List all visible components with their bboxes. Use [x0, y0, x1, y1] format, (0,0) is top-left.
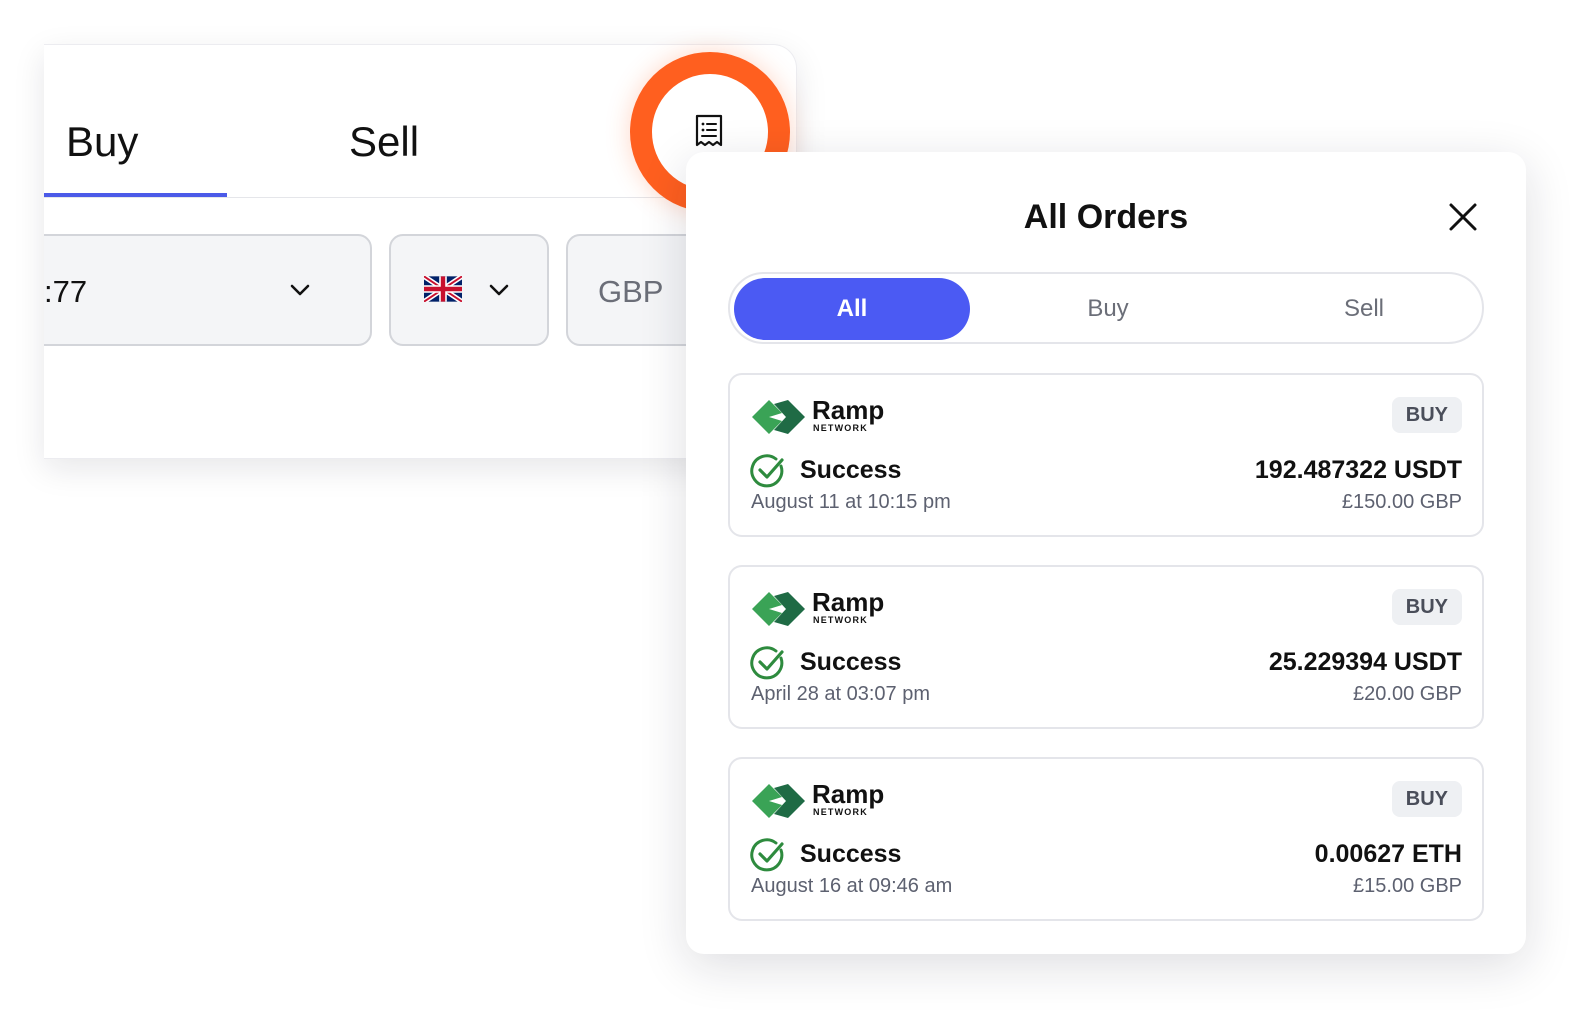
provider-subtitle: NETWORK: [813, 423, 868, 433]
uk-flag-icon: [424, 276, 462, 302]
chevron-down-icon: [290, 284, 310, 296]
receipt-icon[interactable]: [692, 113, 726, 149]
wallet-address-select[interactable]: :77: [44, 234, 372, 346]
order-type-badge: BUY: [1391, 781, 1462, 817]
provider-subtitle: NETWORK: [813, 615, 868, 625]
wallet-address-value: :77: [44, 274, 88, 309]
provider-subtitle: NETWORK: [813, 807, 868, 817]
tab-sell[interactable]: Sell: [349, 121, 419, 163]
order-date: April 28 at 03:07 pm: [751, 683, 930, 705]
order-card[interactable]: Ramp NETWORK BUY Success August 11 at 10…: [728, 373, 1484, 537]
chevron-down-icon: [489, 284, 509, 296]
currency-value: GBP: [598, 274, 664, 309]
fiat-amount: £20.00 GBP: [1353, 683, 1462, 705]
success-check-icon: [750, 454, 784, 488]
crypto-amount: 25.229394 USDT: [1268, 648, 1462, 676]
order-date: August 11 at 10:15 pm: [751, 491, 951, 513]
ramp-logo-icon: [752, 784, 805, 818]
provider-name: Ramp: [812, 587, 885, 617]
order-status: Success: [800, 840, 902, 868]
fiat-amount: £15.00 GBP: [1353, 875, 1462, 897]
all-orders-panel: All Orders All Buy Sell Ramp NETWORK BUY…: [686, 152, 1526, 954]
fiat-amount: £150.00 GBP: [1341, 491, 1462, 513]
crypto-amount: 192.487322 USDT: [1254, 456, 1462, 484]
order-date: August 16 at 09:46 am: [751, 875, 953, 897]
tab-buy[interactable]: Buy: [66, 121, 138, 163]
filter-sell-button[interactable]: Sell: [1246, 278, 1482, 340]
provider-name: Ramp: [812, 779, 885, 809]
ramp-logo-icon: [752, 592, 805, 626]
filter-buy-button[interactable]: Buy: [990, 278, 1226, 340]
order-card[interactable]: Ramp NETWORK BUY Success April 28 at 03:…: [728, 565, 1484, 729]
order-status: Success: [800, 456, 902, 484]
order-card[interactable]: Ramp NETWORK BUY Success August 16 at 09…: [728, 757, 1484, 921]
ramp-logo-icon: [752, 400, 805, 434]
success-check-icon: [750, 838, 784, 872]
crypto-amount: 0.00627 ETH: [1314, 840, 1462, 868]
country-select[interactable]: [389, 234, 549, 346]
success-check-icon: [750, 646, 784, 680]
filter-all-button[interactable]: All: [734, 278, 970, 340]
order-filter-segmented-control: All Buy Sell: [728, 272, 1484, 344]
close-icon[interactable]: [1446, 200, 1480, 234]
provider-name: Ramp: [812, 395, 885, 425]
order-status: Success: [800, 648, 902, 676]
order-type-badge: BUY: [1391, 589, 1462, 625]
order-type-badge: BUY: [1391, 397, 1462, 433]
panel-title: All Orders: [1023, 198, 1189, 236]
